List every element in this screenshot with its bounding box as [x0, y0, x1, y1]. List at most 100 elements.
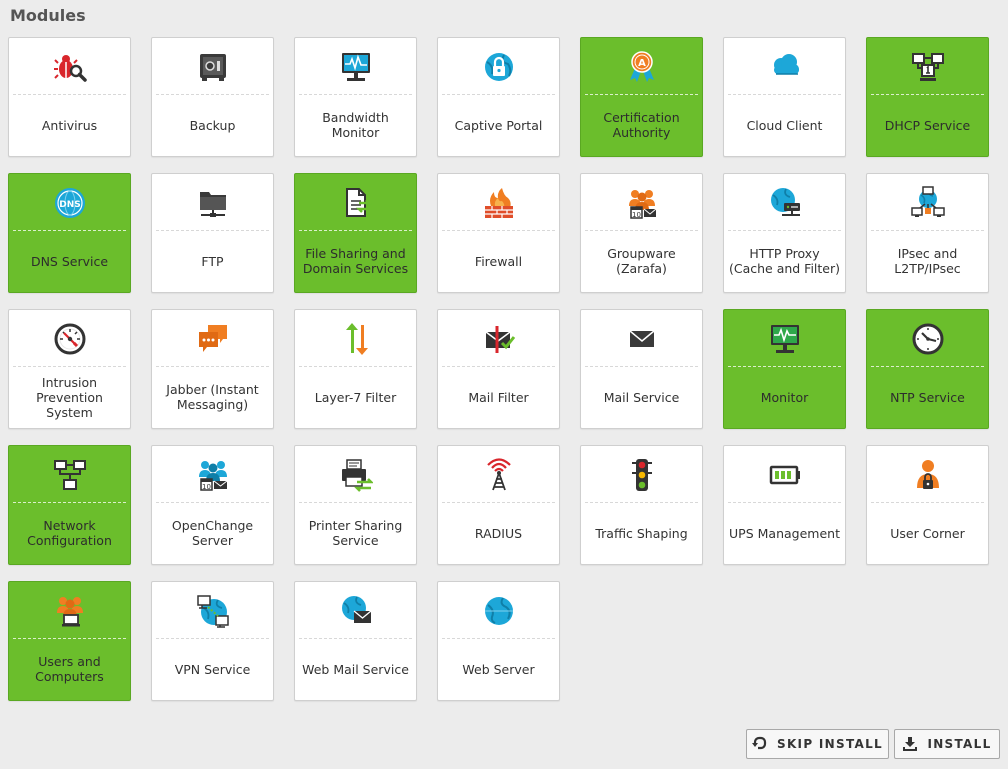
user-lock-icon — [867, 458, 988, 492]
module-tile-printer-sharing-service[interactable]: Printer Sharing Service — [294, 445, 417, 565]
tile-divider — [585, 230, 698, 231]
skip-install-button[interactable]: SKIP INSTALL — [746, 729, 889, 759]
module-tile-network-configuration[interactable]: Network Configuration — [8, 445, 131, 565]
cloud-icon — [724, 50, 845, 84]
tile-divider — [871, 230, 984, 231]
tile-divider — [871, 94, 984, 95]
module-tile-intrusion-prevention-system[interactable]: Intrusion Prevention System — [8, 309, 131, 429]
module-tile-groupware-zarafa[interactable]: 10 Groupware (Zarafa) — [580, 173, 703, 293]
module-label: DNS Service — [30, 253, 109, 269]
module-label: Certification Authority — [603, 110, 680, 140]
module-tile-openchange-server[interactable]: 10 OpenChange Server — [151, 445, 274, 565]
tile-divider — [728, 230, 841, 231]
module-tile-user-corner[interactable]: User Corner — [866, 445, 989, 565]
module-tile-radius[interactable]: RADIUS — [437, 445, 560, 565]
gauge-icon — [9, 322, 130, 356]
module-tile-web-server[interactable]: Web Server — [437, 581, 560, 701]
globe-mail-icon — [295, 594, 416, 628]
module-label: DHCP Service — [884, 117, 971, 133]
tile-divider — [156, 230, 269, 231]
module-tile-ntp-service[interactable]: NTP Service — [866, 309, 989, 429]
module-label: OpenChange Server — [171, 518, 254, 548]
module-tile-certification-authority[interactable]: A Certification Authority — [580, 37, 703, 157]
module-tile-ipsec-and-l2tp-ipsec[interactable]: IPsec and L2TP/IPsec — [866, 173, 989, 293]
module-label: Cloud Client — [746, 117, 823, 133]
module-label: File Sharing and Domain Services — [302, 246, 409, 276]
module-tile-firewall[interactable]: Firewall — [437, 173, 560, 293]
module-label: Layer-7 Filter — [314, 389, 397, 405]
module-tile-users-and-computers[interactable]: Users and Computers — [8, 581, 131, 701]
module-label: Web Server — [462, 661, 535, 677]
tile-divider — [585, 94, 698, 95]
module-tile-ftp[interactable]: FTP — [151, 173, 274, 293]
globe-vpn-icon — [152, 594, 273, 628]
module-tile-dns-service[interactable]: DNS DNS Service — [8, 173, 131, 293]
install-label: INSTALL — [927, 737, 992, 751]
module-tile-vpn-service[interactable]: VPN Service — [151, 581, 274, 701]
monitor-graph-icon — [295, 50, 416, 84]
module-tile-mail-service[interactable]: Mail Service — [580, 309, 703, 429]
users-computer-icon — [9, 594, 130, 628]
module-label: Network Configuration — [27, 518, 112, 548]
svg-text:10: 10 — [202, 483, 211, 491]
antenna-icon — [438, 458, 559, 492]
module-label: Mail Service — [603, 389, 680, 405]
tile-divider — [871, 502, 984, 503]
skip-install-label: SKIP INSTALL — [777, 737, 883, 751]
mail-filter-icon — [438, 322, 559, 356]
module-tile-dhcp-service[interactable]: DHCP Service — [866, 37, 989, 157]
module-label: Printer Sharing Service — [308, 518, 403, 548]
module-tile-backup[interactable]: Backup — [151, 37, 274, 157]
tile-divider — [585, 366, 698, 367]
module-tile-antivirus[interactable]: Antivirus — [8, 37, 131, 157]
module-label: Web Mail Service — [302, 661, 409, 677]
module-label: FTP — [201, 253, 224, 269]
module-tile-web-mail-service[interactable]: Web Mail Service — [294, 581, 417, 701]
module-tile-layer-7-filter[interactable]: Layer-7 Filter — [294, 309, 417, 429]
module-tile-mail-filter[interactable]: Mail Filter — [437, 309, 560, 429]
monitor-pulse-icon — [724, 322, 845, 356]
module-label: Mail Filter — [468, 389, 529, 405]
chat-bubbles-icon — [152, 322, 273, 356]
module-tile-bandwidth-monitor[interactable]: Bandwidth Monitor — [294, 37, 417, 157]
folder-network-icon — [152, 186, 273, 220]
module-label: HTTP Proxy (Cache and Filter) — [728, 246, 841, 276]
module-tile-http-proxy-cache-and-filter[interactable]: HTTP Proxy (Cache and Filter) — [723, 173, 846, 293]
module-label: Users and Computers — [35, 654, 104, 684]
tile-divider — [13, 230, 126, 231]
install-button[interactable]: INSTALL — [894, 729, 1000, 759]
tile-divider — [299, 94, 412, 95]
module-tile-traffic-shaping[interactable]: Traffic Shaping — [580, 445, 703, 565]
module-label: User Corner — [890, 525, 965, 541]
module-label: Jabber (Instant Messaging) — [166, 382, 259, 412]
module-tile-jabber-instant-messaging[interactable]: Jabber (Instant Messaging) — [151, 309, 274, 429]
network-topology-icon — [9, 458, 130, 492]
tile-divider — [13, 638, 126, 639]
dns-globe-icon: DNS — [9, 186, 130, 220]
tile-divider — [13, 366, 126, 367]
printer-share-icon — [295, 458, 416, 492]
module-tile-file-sharing-and-domain-services[interactable]: File Sharing and Domain Services — [294, 173, 417, 293]
module-tile-ups-management[interactable]: UPS Management — [723, 445, 846, 565]
module-tile-cloud-client[interactable]: Cloud Client — [723, 37, 846, 157]
module-label: Monitor — [760, 389, 809, 405]
tile-divider — [299, 366, 412, 367]
module-label: Intrusion Prevention System — [36, 374, 103, 420]
module-label: Captive Portal — [454, 117, 543, 133]
tile-divider — [13, 502, 126, 503]
tile-divider — [442, 502, 555, 503]
page-title: Modules — [10, 6, 86, 25]
groupware-people-icon: 10 — [581, 186, 702, 220]
tile-divider — [728, 94, 841, 95]
network-globe-icon — [867, 186, 988, 220]
module-tile-monitor[interactable]: Monitor — [723, 309, 846, 429]
arrows-updown-icon — [295, 322, 416, 356]
people-calendar-icon: 10 — [152, 458, 273, 492]
tile-divider — [442, 94, 555, 95]
globe-server-icon — [724, 186, 845, 220]
svg-text:10: 10 — [632, 211, 641, 219]
file-share-icon — [295, 186, 416, 220]
tile-divider — [156, 366, 269, 367]
module-tile-captive-portal[interactable]: Captive Portal — [437, 37, 560, 157]
tile-divider — [299, 638, 412, 639]
